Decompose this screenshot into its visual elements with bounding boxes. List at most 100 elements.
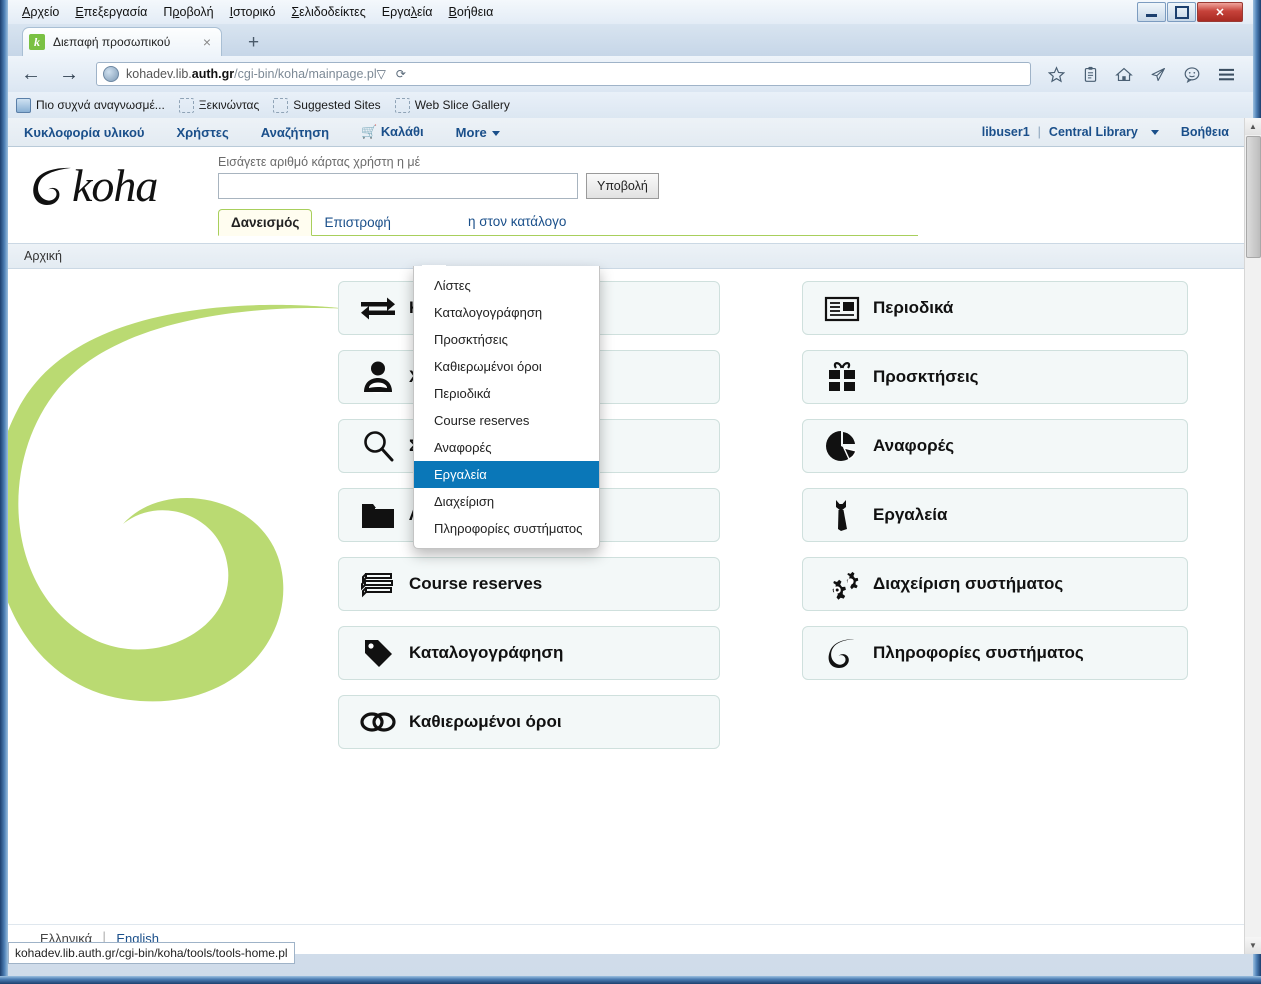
chevron-down-icon[interactable]: ▽: [377, 67, 386, 81]
koha-leaf-icon: [30, 164, 74, 208]
bookmark-most-visited[interactable]: Πιο συχνά αναγνωσμέ...: [16, 97, 165, 113]
back-button[interactable]: ←: [16, 59, 46, 89]
checkout-search-label: Εισάγετε αριθμό κάρτας χρήστη η μέ: [218, 155, 421, 169]
menu-edit[interactable]: Επεξεργασία: [67, 2, 155, 22]
tile-about[interactable]: Πληροφορίες συστήματος: [802, 626, 1188, 680]
bookmarks-bar: Πιο συχνά αναγνωσμέ... Ξεκινώντας Sugges…: [8, 92, 1253, 118]
tile-label: Καταλογογράφηση: [409, 643, 564, 662]
catalog-search-link[interactable]: η στον κατάλογο: [468, 214, 566, 229]
wrench-icon: [819, 495, 865, 535]
tab-checkin[interactable]: Επιστροφή: [312, 210, 402, 235]
current-library[interactable]: Central Library: [1041, 125, 1146, 139]
menu-bookmarks[interactable]: Σελιδοδείκτες: [283, 2, 373, 22]
tile-reports[interactable]: Αναφορές: [802, 419, 1188, 473]
browser-menu-bar: Αρχείο Επεξεργασία Προβολή Ιστορικό Σελι…: [8, 0, 1253, 24]
chevron-down-icon: [1150, 129, 1159, 135]
tile-acquisitions[interactable]: Προσκτήσεις: [802, 350, 1188, 404]
new-tab-button[interactable]: +: [248, 33, 259, 52]
tile-authorities[interactable]: Καθιερωμένοι όροι: [338, 695, 720, 749]
tile-label: Πληροφορίες συστήματος: [873, 643, 1084, 662]
menu-help[interactable]: Βοήθεια: [441, 2, 502, 22]
address-bar[interactable]: kohadev.lib.auth.gr/cgi-bin/koha/mainpag…: [96, 62, 1031, 86]
hamburger-menu-icon[interactable]: [1209, 59, 1243, 89]
dropdown-item-authorities[interactable]: Καθιερωμένοι όροι: [414, 353, 599, 380]
browser-nav-bar: ← → kohadev.lib.auth.gr/cgi-bin/koha/mai…: [8, 56, 1253, 92]
nav-more[interactable]: More: [440, 125, 516, 140]
nav-cart-label: Καλάθι: [380, 124, 424, 139]
bookmark-folder-icon: [394, 97, 410, 113]
koha-nav-right: libuser1 | Central Library Βοήθεια: [974, 125, 1253, 139]
scroll-down-arrow-icon[interactable]: ▼: [1245, 937, 1261, 954]
tile-administration[interactable]: Διαχείριση συστήματος: [802, 557, 1188, 611]
forward-button[interactable]: →: [54, 59, 84, 89]
menu-file[interactable]: Αρχείο: [14, 2, 67, 22]
dropdown-item-administration[interactable]: Διαχείριση: [414, 488, 599, 515]
browser-window: Αρχείο Επεξεργασία Προβολή Ιστορικό Σελι…: [0, 0, 1261, 984]
cart-icon: 🛒: [361, 124, 378, 139]
close-button[interactable]: ✕: [1197, 2, 1243, 22]
dropdown-item-reports[interactable]: Αναφορές: [414, 434, 599, 461]
status-bar: kohadev.lib.auth.gr/cgi-bin/koha/tools/t…: [8, 942, 295, 964]
browser-tab[interactable]: k Διεπαφή προσωπικού ×: [22, 27, 222, 56]
dropdown-item-cataloging[interactable]: Καταλογογράφηση: [414, 299, 599, 326]
help-link[interactable]: Βοήθεια: [1173, 125, 1237, 139]
patron-person-icon: [355, 357, 401, 397]
breadcrumb: Αρχική: [8, 243, 1253, 269]
window-controls: ✕: [1136, 2, 1243, 22]
bookmark-getting-started[interactable]: Ξεκινώντας: [178, 97, 259, 113]
bookmark-suggested-sites[interactable]: Suggested Sites: [273, 97, 381, 113]
tile-tools[interactable]: Εργαλεία: [802, 488, 1188, 542]
tile-label: Περιοδικά: [873, 298, 954, 317]
nav-search[interactable]: Αναζήτηση: [245, 125, 345, 140]
magnifier-icon: [355, 426, 401, 466]
menu-tools[interactable]: Εργαλεία: [374, 2, 441, 22]
bookmark-folder-icon: [273, 97, 289, 113]
url-domain: auth.gr: [191, 67, 235, 81]
page-scrollbar[interactable]: ▲ ▼: [1244, 118, 1261, 954]
menu-history[interactable]: Ιστορικό: [222, 2, 284, 22]
tag-icon: [355, 633, 401, 673]
nav-circulation[interactable]: Κυκλοφορία υλικού: [8, 125, 160, 140]
menu-view[interactable]: Προβολή: [155, 2, 221, 22]
dropdown-item-lists[interactable]: Λίστες: [414, 272, 599, 299]
dropdown-item-acquisitions[interactable]: Προσκτήσεις: [414, 326, 599, 353]
paperplane-icon[interactable]: [1141, 59, 1175, 89]
bookmark-label: Suggested Sites: [293, 98, 381, 112]
newspaper-icon: [819, 288, 865, 328]
dropdown-item-about[interactable]: Πληροφορίες συστήματος: [414, 515, 599, 542]
folder-icon: [355, 495, 401, 535]
scrollbar-thumb[interactable]: [1246, 136, 1261, 258]
nav-patrons[interactable]: Χρήστες: [160, 125, 244, 140]
bookmark-label: Web Slice Gallery: [414, 98, 510, 112]
tile-course-reserves[interactable]: Course reserves: [338, 557, 720, 611]
dropdown-item-serials[interactable]: Περιοδικά: [414, 380, 599, 407]
home-icon[interactable]: [1107, 59, 1141, 89]
chat-icon[interactable]: [1175, 59, 1209, 89]
star-icon[interactable]: [1039, 59, 1073, 89]
nav-cart[interactable]: 🛒 Καλάθι: [345, 124, 440, 140]
koha-logo[interactable]: koha: [30, 163, 158, 209]
card-number-input[interactable]: [218, 173, 578, 199]
reload-icon[interactable]: ⟳: [396, 67, 406, 81]
bookmark-folder-icon: [178, 97, 194, 113]
site-globe-icon: [103, 66, 119, 82]
bookmark-feed-icon: [16, 97, 31, 113]
tab-close-icon[interactable]: ×: [199, 34, 215, 50]
clipboard-icon[interactable]: [1073, 59, 1107, 89]
tile-cataloging[interactable]: Καταλογογράφηση: [338, 626, 720, 680]
checkout-search-box: Εισάγετε αριθμό κάρτας χρήστη η μέ Υποβο…: [218, 155, 698, 199]
current-user[interactable]: libuser1: [974, 125, 1038, 139]
koha-favicon-icon: k: [29, 34, 45, 50]
minimize-button[interactable]: [1137, 2, 1166, 22]
scroll-up-arrow-icon[interactable]: ▲: [1245, 118, 1261, 135]
dropdown-item-course-reserves[interactable]: Course reserves: [414, 407, 599, 434]
breadcrumb-home[interactable]: Αρχική: [24, 249, 62, 263]
bookmark-web-slice-gallery[interactable]: Web Slice Gallery: [394, 97, 510, 113]
tile-serials[interactable]: Περιοδικά: [802, 281, 1188, 335]
maximize-button[interactable]: [1167, 2, 1196, 22]
gears-icon: [819, 564, 865, 604]
browser-toolbar-icons: [1039, 59, 1253, 89]
dropdown-item-tools[interactable]: Εργαλεία: [414, 461, 599, 488]
submit-button[interactable]: Υποβολή: [586, 173, 659, 199]
tab-checkout[interactable]: Δανεισμός: [218, 209, 313, 236]
